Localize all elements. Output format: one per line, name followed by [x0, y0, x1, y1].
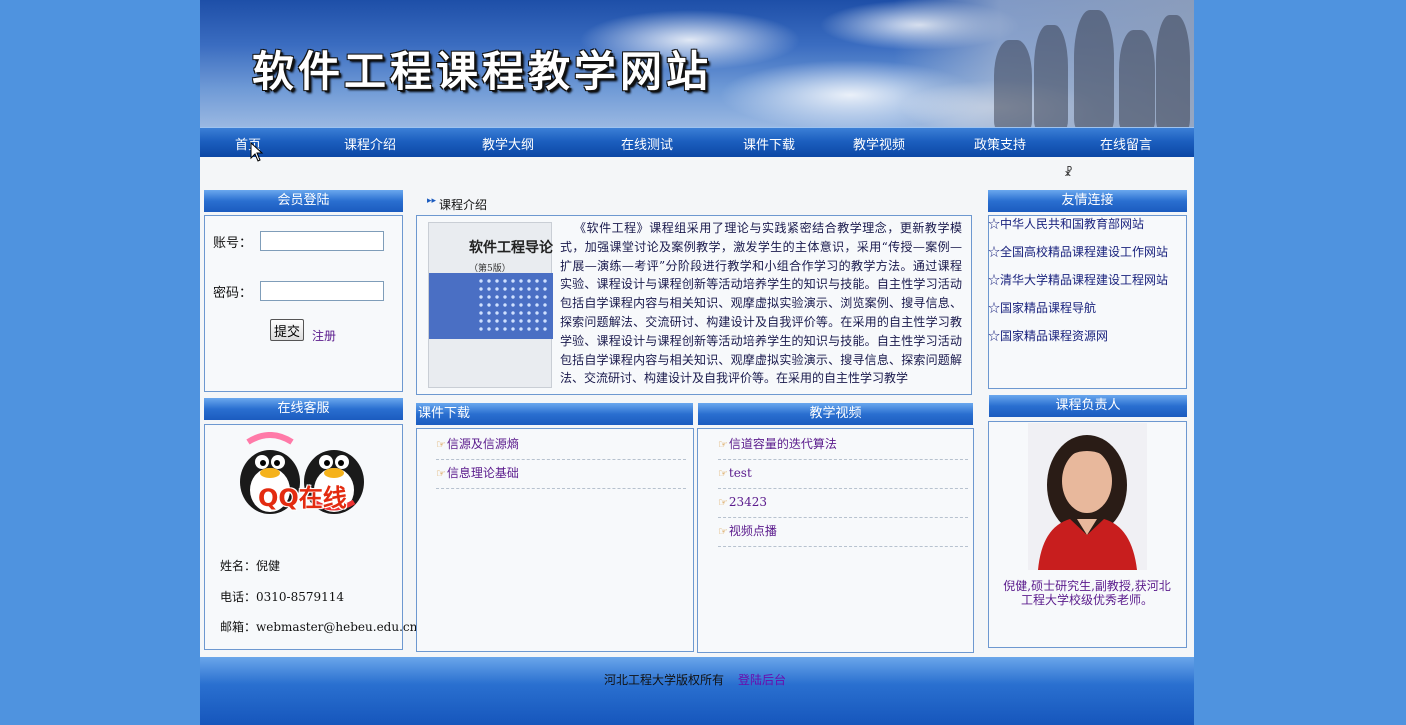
account-label: 账号：	[213, 236, 253, 251]
pointer-hand-icon: ☞	[718, 525, 728, 538]
password-input[interactable]	[260, 281, 384, 301]
pointer-hand-icon: ☞	[436, 438, 446, 451]
banner-person	[1156, 15, 1190, 127]
site-title: 软件工程课程教学网站	[252, 47, 713, 96]
password-label: 密码：	[213, 286, 253, 301]
links-box-title: 友情连接	[988, 190, 1187, 212]
submit-button[interactable]: 提交	[270, 319, 305, 341]
friend-link[interactable]: ☆国家精品课程导航	[988, 299, 1096, 316]
cursor-glyph-icon: ☧	[1064, 166, 1073, 179]
teacher-box-title: 课程负责人	[989, 395, 1187, 417]
friend-link[interactable]: ☆中华人民共和国教育部网站	[988, 215, 1144, 232]
qq-online-label: QQ在线	[258, 484, 347, 512]
book-cover-dots	[477, 277, 549, 335]
list-item[interactable]: ☞23423	[718, 489, 968, 518]
login-box-title: 会员登陆	[204, 190, 403, 212]
nav-item-course-intro[interactable]: 课程介绍	[344, 134, 396, 153]
list-item[interactable]: ☞视频点播	[718, 518, 968, 547]
contact-email: 邮箱：webmaster@hebeu.edu.cn	[220, 620, 418, 634]
teacher-photo	[1028, 423, 1147, 570]
book-cover-image: 软件工程导论 （第5版）	[428, 222, 553, 388]
account-input[interactable]	[260, 231, 384, 251]
nav-item-courseware-download[interactable]: 课件下载	[743, 134, 795, 153]
nav-item-message[interactable]: 在线留言	[1100, 134, 1152, 153]
main-nav: 首页 课程介绍 教学大纲 在线测试 课件下载 教学视频 政策支持 在线留言	[200, 127, 1194, 157]
banner-photo	[894, 0, 1194, 127]
downloads-box-title: 课件下载	[416, 403, 693, 425]
video-item-label[interactable]: test	[729, 466, 752, 480]
list-item[interactable]: ☞信道容量的迭代算法	[718, 431, 968, 460]
video-item-label[interactable]: 信道容量的迭代算法	[729, 437, 837, 451]
site-banner: 软件工程课程教学网站	[200, 0, 1194, 127]
intro-arrow-icon: ▸▸	[427, 196, 437, 206]
footer-copyright: 河北工程大学版权所有	[604, 673, 725, 687]
list-item[interactable]: ☞信源及信源熵	[436, 431, 686, 460]
download-item-label[interactable]: 信息理论基础	[447, 466, 519, 480]
banner-person	[1119, 30, 1155, 127]
videos-box-title: 教学视频	[698, 403, 973, 425]
banner-person	[1034, 25, 1068, 127]
banner-person	[1074, 10, 1114, 127]
mouse-cursor-icon	[250, 142, 264, 162]
pointer-hand-icon: ☞	[436, 467, 446, 480]
video-item-label[interactable]: 23423	[729, 495, 767, 509]
pointer-hand-icon: ☞	[718, 438, 728, 451]
nav-item-policy[interactable]: 政策支持	[974, 134, 1026, 153]
banner-person	[994, 40, 1032, 127]
pointer-hand-icon: ☞	[718, 467, 728, 480]
friend-link[interactable]: ☆国家精品课程资源网	[988, 327, 1108, 344]
register-link[interactable]: 注册	[312, 327, 336, 344]
book-title: 软件工程导论	[469, 240, 553, 256]
nav-item-online-test[interactable]: 在线测试	[621, 134, 673, 153]
friend-link[interactable]: ☆清华大学精品课程建设工程网站	[988, 271, 1168, 288]
list-item[interactable]: ☞test	[718, 460, 968, 489]
admin-login-link[interactable]: 登陆后台	[738, 671, 786, 688]
service-box-title: 在线客服	[204, 398, 403, 420]
download-item-label[interactable]: 信源及信源熵	[447, 437, 519, 451]
nav-item-teaching-video[interactable]: 教学视频	[853, 134, 905, 153]
intro-title: 课程介绍	[439, 198, 488, 212]
site-footer: 河北工程大学版权所有 登陆后台	[200, 657, 1194, 725]
page-container: 软件工程课程教学网站 首页 课程介绍 教学大纲 在线测试 课件下载 教学视频 政…	[200, 0, 1194, 725]
list-item[interactable]: ☞信息理论基础	[436, 460, 686, 489]
nav-item-syllabus[interactable]: 教学大纲	[482, 134, 534, 153]
intro-text: 《软件工程》课程组采用了理论与实践紧密结合教学理念，更新教学模式，加强课堂讨论及…	[560, 221, 962, 386]
teacher-description: 倪健,硕士研究生,副教授,获河北工程大学校级优秀老师。	[1003, 579, 1171, 607]
pointer-hand-icon: ☞	[718, 496, 728, 509]
contact-name: 姓名：倪健	[220, 559, 281, 573]
video-item-label[interactable]: 视频点播	[729, 524, 777, 538]
friend-link[interactable]: ☆全国高校精品课程建设工作网站	[988, 243, 1168, 260]
contact-phone: 电话：0310-8579114	[220, 590, 345, 604]
